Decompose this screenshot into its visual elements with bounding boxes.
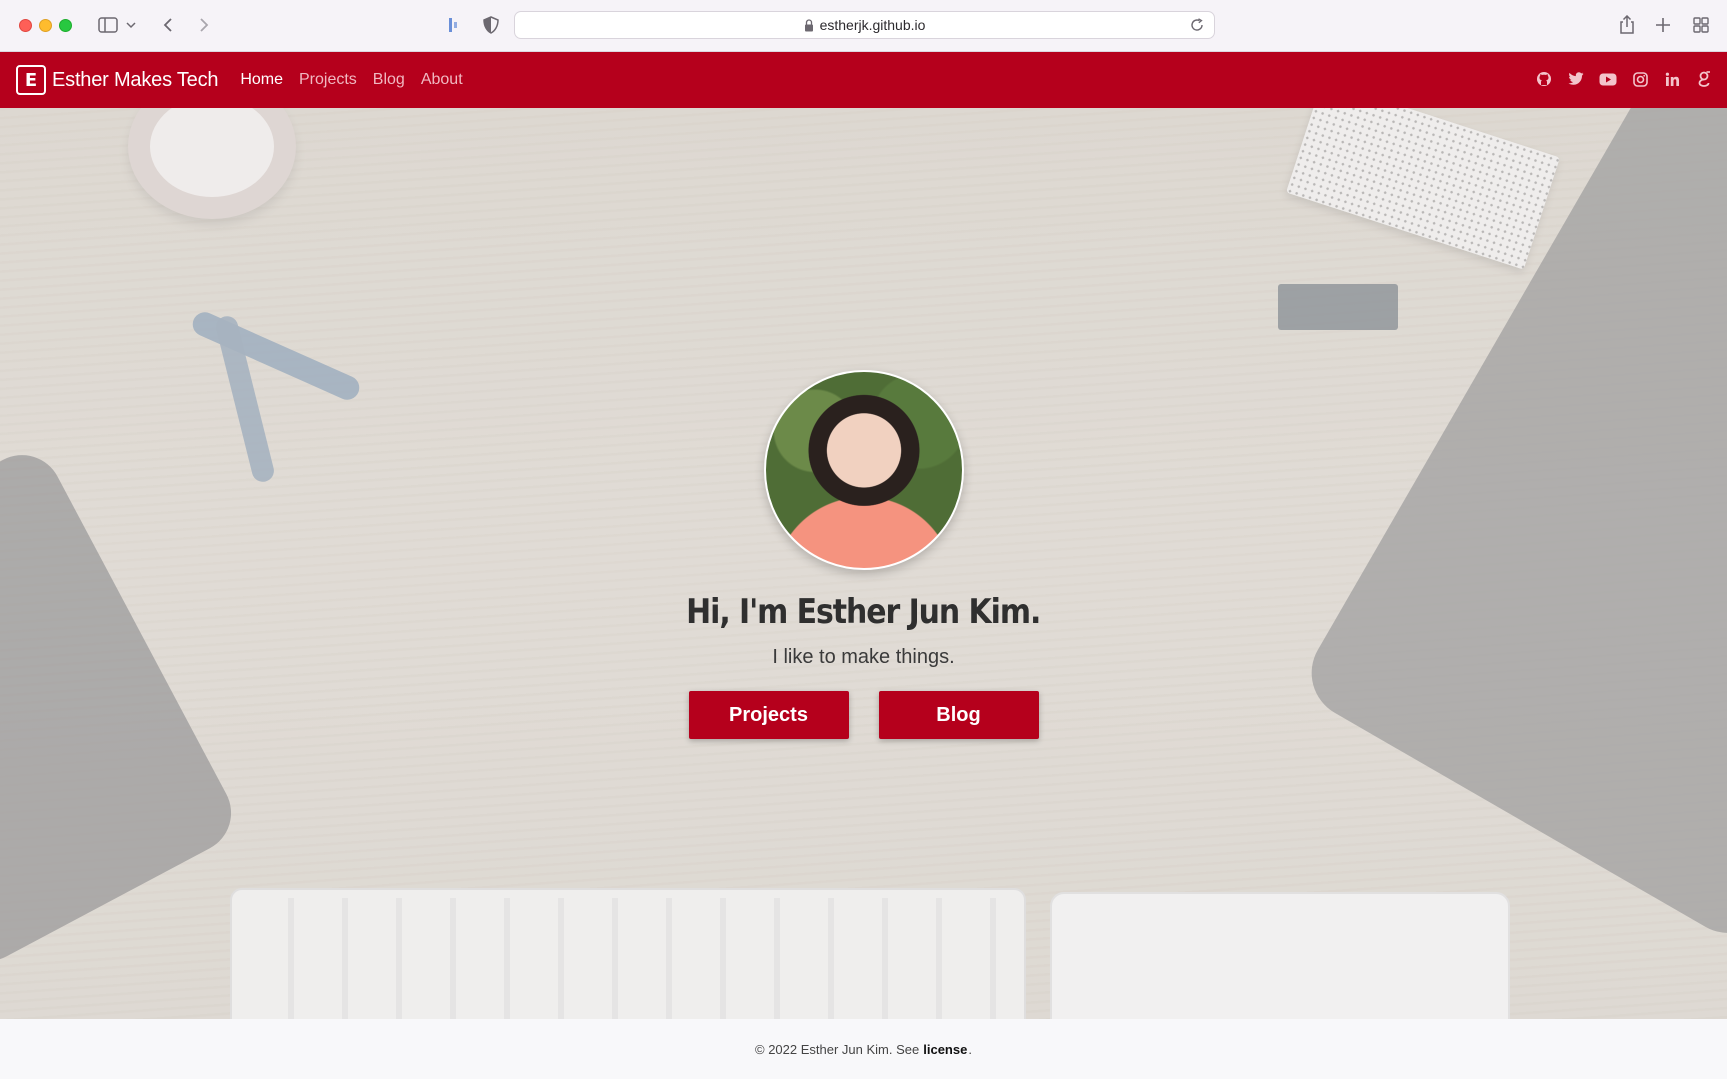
hero-subtitle: I like to make things.: [772, 646, 955, 668]
linkedin-icon[interactable]: [1663, 68, 1681, 90]
new-tab-icon[interactable]: [1651, 13, 1675, 37]
nav-link-projects[interactable]: Projects: [299, 71, 357, 89]
nav-link-blog[interactable]: Blog: [373, 71, 405, 89]
hero-section: Hi, I'm Esther Jun Kim. I like to make t…: [0, 108, 1727, 1019]
google-scholar-icon[interactable]: [1695, 68, 1713, 90]
nav-links: Home Projects Blog About: [240, 71, 462, 89]
social-links: [1535, 68, 1713, 90]
twitter-icon[interactable]: [1567, 68, 1585, 90]
close-window-button[interactable]: [19, 19, 32, 32]
footer-suffix: .: [968, 1041, 972, 1057]
site-footer: © 2022 Esther Jun Kim. See license .: [0, 1019, 1727, 1079]
blog-button[interactable]: Blog: [878, 691, 1039, 739]
extension-icon[interactable]: [442, 13, 466, 37]
address-url: estherjk.github.io: [819, 17, 926, 33]
privacy-shield-icon[interactable]: [479, 13, 503, 37]
reload-icon[interactable]: [1190, 18, 1204, 32]
brand-link[interactable]: E Esther Makes Tech: [16, 65, 219, 95]
zoom-window-button[interactable]: [59, 19, 72, 32]
profile-avatar: [763, 370, 964, 570]
footer-copyright: © 2022 Esther Jun Kim. See: [755, 1041, 920, 1057]
nav-link-about[interactable]: About: [421, 71, 463, 89]
site-navbar: E Esther Makes Tech Home Projects Blog A…: [0, 52, 1727, 108]
tab-overview-icon[interactable]: [1689, 13, 1713, 37]
projects-button[interactable]: Projects: [688, 691, 849, 739]
forward-icon[interactable]: [192, 13, 216, 37]
sidebar-icon[interactable]: [96, 13, 120, 37]
back-icon[interactable]: [156, 13, 180, 37]
youtube-icon[interactable]: [1599, 68, 1617, 90]
nav-link-home[interactable]: Home: [240, 71, 283, 89]
share-icon[interactable]: [1615, 13, 1639, 37]
hero-content: Hi, I'm Esther Jun Kim. I like to make t…: [0, 108, 1727, 1019]
browser-toolbar: estherjk.github.io: [0, 0, 1727, 52]
license-link[interactable]: license: [923, 1042, 967, 1057]
github-icon[interactable]: [1535, 68, 1553, 90]
brand-logo-icon: E: [16, 65, 46, 95]
chevron-down-icon[interactable]: [124, 13, 138, 37]
address-bar[interactable]: estherjk.github.io: [514, 11, 1215, 39]
brand-name: Esther Makes Tech: [52, 68, 219, 91]
minimize-window-button[interactable]: [39, 19, 52, 32]
hero-buttons: Projects Blog: [688, 691, 1039, 739]
hero-title: Hi, I'm Esther Jun Kim.: [686, 592, 1041, 632]
lock-icon: [804, 18, 814, 32]
instagram-icon[interactable]: [1631, 68, 1649, 90]
